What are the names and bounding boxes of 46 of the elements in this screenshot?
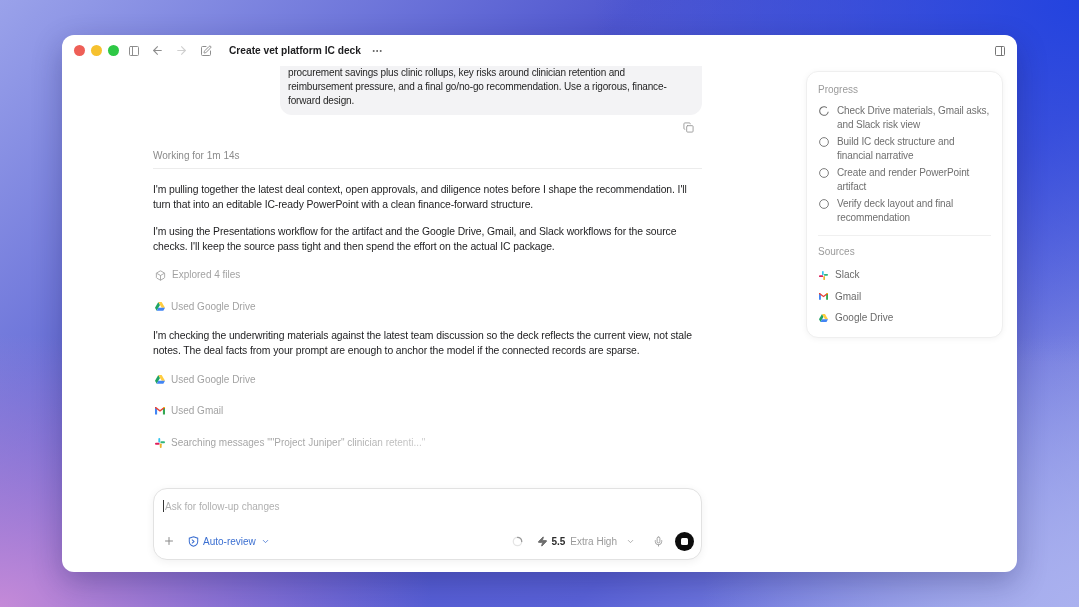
compose-icon[interactable] xyxy=(200,44,212,57)
window-title: Create vet platform IC deck xyxy=(229,45,361,56)
slack-logo-icon xyxy=(819,270,828,280)
activity-text: Used Google Drive xyxy=(171,372,256,387)
model-selector[interactable]: 5.5 Extra High xyxy=(537,535,635,547)
sidebar-toggle-icon[interactable] xyxy=(128,44,140,57)
source-label: Slack xyxy=(835,268,860,282)
drive-logo-icon xyxy=(819,314,828,322)
status-text: Working for 1m 14s xyxy=(153,149,240,163)
step-text: Create and render PowerPoint artifact xyxy=(837,166,971,194)
lightning-icon xyxy=(537,535,549,547)
stop-button[interactable] xyxy=(675,531,694,551)
back-arrow-icon[interactable] xyxy=(151,44,164,57)
activity-text: Explored 4 files xyxy=(172,268,241,282)
gmail-logo-icon xyxy=(819,293,828,300)
source-label: Google Drive xyxy=(835,311,894,325)
close-button[interactable] xyxy=(74,45,85,56)
source-label: Gmail xyxy=(835,289,862,304)
message-paragraph: I'm using the Presentations workflow for the artifact and the Google Drive, Gmail, and Slack workflows for the source checks. I'll keep the source pass tight and then spend the effort on the actual IC package. xyxy=(153,224,678,254)
message-input[interactable]: Ask for follow-up changes xyxy=(164,498,694,514)
plus-icon[interactable] xyxy=(163,535,175,547)
text-cursor-icon xyxy=(163,500,164,512)
cube-icon xyxy=(155,269,166,281)
activity-text: Used Gmail xyxy=(171,404,224,418)
microphone-icon[interactable] xyxy=(653,535,664,547)
step-text: Build IC deck structure and financial narrative xyxy=(837,135,956,163)
minimize-button[interactable] xyxy=(91,45,102,56)
step-text: Verify deck layout and final recommendation xyxy=(837,197,955,225)
shield-icon xyxy=(188,535,199,547)
activity-text: Used Google Drive xyxy=(171,299,256,314)
sources-heading: Sources xyxy=(818,245,855,259)
user-message: procurement savings plus clinic rollups, key risks around clinician retention and reimbursement pressure, and a final go/no-go recommendation. Use a rigorous, finance-forward design. xyxy=(280,66,702,115)
message-paragraph: I'm pulling together the latest deal context, open approvals, and diligence notes before I shape the recommendation. I'll turn that into an editable IC-ready PowerPoint with a clean finance-forward structure. xyxy=(153,183,688,212)
message-paragraph: I'm checking the underwriting materials against the latest team discussion so the deck reflects the current view, not stale notes. The deal facts from your prompt are enough to anchor the model if the connected records are sparse. xyxy=(153,329,693,358)
stop-icon xyxy=(681,537,688,545)
copy-icon[interactable] xyxy=(683,122,694,133)
gmail-logo-icon xyxy=(155,407,165,415)
drive-logo-icon xyxy=(155,375,165,384)
panel-toggle-icon[interactable] xyxy=(994,44,1006,57)
auto-review-button[interactable]: Auto-review xyxy=(188,535,270,547)
drive-logo-icon xyxy=(155,302,165,311)
step-text: Check Drive materials, Gmail asks, and Slack risk view xyxy=(837,104,991,132)
slack-logo-icon xyxy=(155,437,165,448)
progress-heading: Progress xyxy=(818,83,858,97)
activity-text: Searching messages ""Project Juniper" clinician retenti..." xyxy=(171,435,426,450)
maximize-button[interactable] xyxy=(108,45,119,56)
